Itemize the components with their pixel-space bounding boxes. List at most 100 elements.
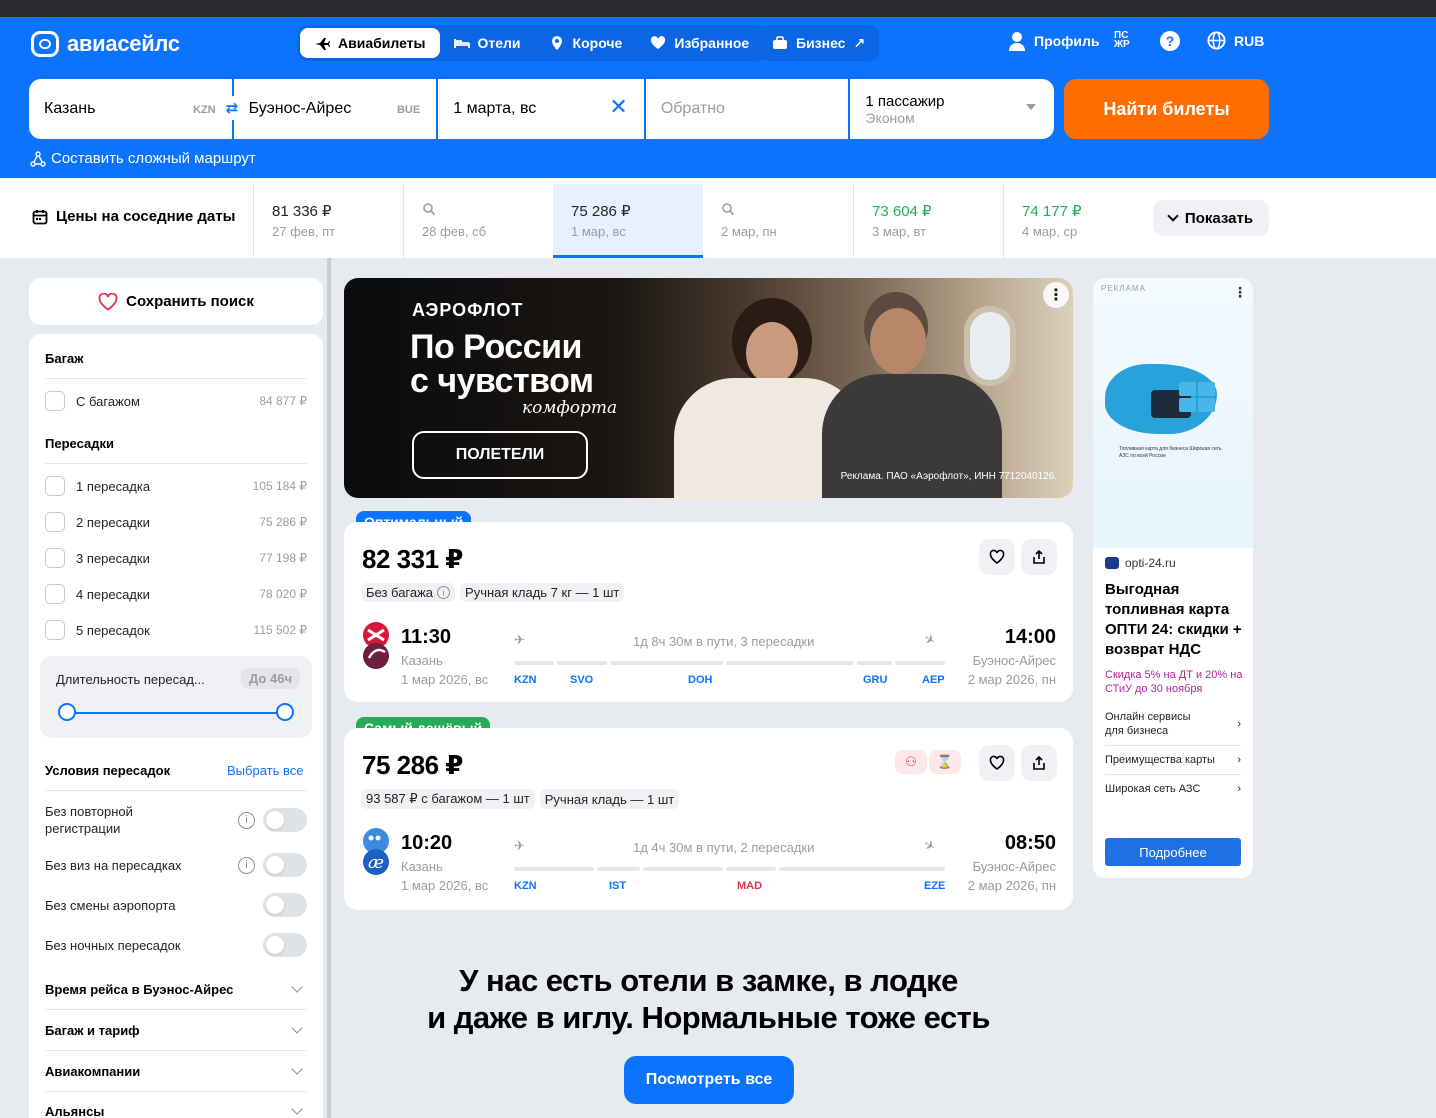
divider (45, 1009, 307, 1010)
condition-toggle[interactable] (263, 893, 307, 917)
complex-route-link[interactable]: Составить сложный маршрут (30, 150, 256, 167)
aeroflot-ad-banner[interactable]: АЭРОФЛОТ По России с чувством комфорта П… (344, 278, 1073, 498)
favorite-button[interactable] (979, 539, 1015, 575)
accordion-baggage-tariff[interactable]: Багаж и тариф (45, 1019, 307, 1041)
slider-track (67, 712, 285, 714)
select-all-link[interactable]: Выбрать все (227, 763, 303, 778)
cabin-class: Эконом (865, 109, 915, 126)
info-icon[interactable]: i (437, 586, 451, 599)
tab-hotels[interactable]: Отели (440, 28, 535, 58)
stops-checkbox[interactable]: 1 пересадка 105 184 ₽ (45, 475, 307, 497)
origin-field[interactable]: Казань KZN (29, 79, 232, 139)
see-all-hotels-button[interactable]: Посмотреть все (624, 1056, 794, 1104)
nearby-dates-strip: Цены на соседние даты 81 336 ₽ 27 фев, п… (0, 178, 1436, 258)
duration-label: Длительность пересад... (56, 672, 205, 687)
heart-icon (989, 755, 1005, 770)
banner-legal: Реклама. ПАО «Аэрофлот», ИНН 7712040126. (840, 471, 1057, 482)
condition-toggle[interactable] (263, 808, 307, 832)
ad-link[interactable]: Преимущества карты › (1105, 753, 1241, 767)
date-cell[interactable]: 81 336 ₽ 27 фев, пт (253, 184, 403, 258)
share-button[interactable] (1021, 539, 1057, 575)
accordion-airlines[interactable]: Авиакомпании (45, 1060, 307, 1082)
passengers-field[interactable]: 1 пассажир Эконом (850, 79, 1055, 139)
route-segment (610, 661, 723, 665)
help-button[interactable]: ? (1160, 31, 1180, 51)
more-options-icon[interactable]: ⋮ (1233, 284, 1247, 301)
arrival-date: 2 мар 2026, пн (967, 878, 1056, 893)
baggage-checkbox[interactable]: С багажом 84 877 ₽ (45, 390, 307, 412)
stops-checkbox[interactable]: 5 пересадок 115 502 ₽ (45, 619, 307, 641)
banner-cta-button[interactable]: ПОЛЕТЕЛИ (412, 431, 588, 479)
business-link[interactable]: Бизнес ↗ (758, 25, 880, 61)
more-options-icon[interactable]: ⋮ (1043, 282, 1069, 308)
checkbox-box (45, 391, 65, 411)
opti24-ad[interactable]: РЕКЛАМА ⋮ Топливная карта для бизнеса Ши… (1093, 278, 1253, 878)
currency-selector[interactable]: RUB (1207, 31, 1264, 50)
ad-title: Выгодная топливная карта ОПТИ 24: скидки… (1105, 581, 1242, 658)
checkbox-box (45, 548, 65, 568)
condition-toggle[interactable] (263, 933, 307, 957)
swap-icon[interactable]: ⇄ (220, 96, 244, 120)
checkbox-box (45, 584, 65, 604)
save-search-button[interactable]: Сохранить поиск (29, 278, 323, 325)
ad-more-button[interactable]: Подробнее (1105, 838, 1241, 866)
heart-icon (651, 36, 666, 49)
condition-toggle[interactable] (263, 853, 307, 877)
return-date-field[interactable]: Обратно (645, 79, 849, 139)
sidebar-scrollbar[interactable] (327, 258, 331, 1118)
checkbox-label: 4 пересадки (76, 586, 150, 602)
ticket-card[interactable]: 75 286 ₽ 93 587 ₽ с багажом — 1 шт Ручна… (344, 728, 1073, 910)
date-cell[interactable]: 74 177 ₽ 4 мар, ср (1003, 184, 1153, 258)
favorite-button[interactable] (979, 745, 1015, 781)
pswd-link[interactable]: ПС ЖР (1114, 31, 1136, 50)
ticket-price: 75 286 ₽ (362, 750, 463, 780)
divider (45, 1091, 307, 1092)
stops-checkbox[interactable]: 2 пересадки 75 286 ₽ (45, 511, 307, 533)
find-tickets-button[interactable]: Найти билеты (1064, 79, 1269, 139)
condition-row: Без смены аэропорта (45, 893, 307, 917)
date-cell[interactable]: 73 604 ₽ 3 мар, вт (853, 184, 1003, 258)
tab-favorites[interactable]: Избранное (636, 28, 763, 58)
divider (1105, 745, 1241, 746)
clear-date-icon[interactable]: ✕ (609, 96, 627, 118)
checkbox-label: 2 пересадки (76, 514, 150, 530)
chevron-right-icon: › (1237, 718, 1241, 730)
stops-checkbox[interactable]: 4 пересадки 78 020 ₽ (45, 583, 307, 605)
destination-code: BUE (396, 104, 421, 116)
profile-link[interactable]: Профиль (1008, 31, 1100, 51)
passport-control-icon[interactable]: ⚇ (895, 750, 927, 774)
slider-handle-min[interactable] (58, 703, 76, 721)
date-price: 75 286 ₽ (571, 203, 631, 220)
ad-source: opti-24.ru (1105, 556, 1176, 570)
info-icon[interactable]: i (238, 811, 255, 829)
slider-handle-max[interactable] (276, 703, 294, 721)
logo[interactable]: авиасейлс (31, 31, 180, 57)
tab-flights[interactable]: Авиабилеты (300, 28, 440, 58)
duration-badge: До 46ч (241, 668, 300, 689)
stops-checkbox[interactable]: 3 пересадки 77 198 ₽ (45, 547, 307, 569)
info-icon[interactable]: i (238, 856, 255, 874)
depart-date-field[interactable]: 1 марта, вс ✕ (438, 79, 644, 139)
share-button[interactable] (1021, 745, 1057, 781)
long-layover-icon[interactable]: ⌛ (929, 750, 961, 774)
destination-field[interactable]: Буэнос-Айрес BUE (233, 79, 437, 139)
tab-short[interactable]: Короче (535, 28, 637, 58)
route-segment (514, 661, 554, 665)
ticket-card[interactable]: 82 331 ₽ Без багажа i Ручная кладь 7 кг —… (344, 522, 1073, 702)
accordion-flight-time[interactable]: Время рейса в Буэнос-Айрес (45, 978, 307, 1000)
show-dates-button[interactable]: Показать (1153, 200, 1269, 236)
checkbox-box (45, 620, 65, 640)
user-icon (1009, 32, 1025, 51)
banner-headline-line: По России (410, 328, 582, 366)
route-icon (30, 150, 46, 167)
ad-link[interactable]: Онлайн сервисы для бизнеса › (1105, 710, 1241, 738)
ad-link[interactable]: Широкая сеть АЗС › (1105, 782, 1241, 796)
arrival-city: Буэнос-Айрес (972, 653, 1056, 668)
date-cell-selected[interactable]: 75 286 ₽ 1 мар, вс (553, 184, 703, 258)
chip-label: Без багажа (366, 585, 434, 600)
date-cell[interactable]: 28 фев, сб (403, 184, 553, 258)
date-label: 1 мар, вс (571, 224, 626, 239)
chevron-right-icon: › (1237, 754, 1241, 766)
accordion-alliances[interactable]: Альянсы (45, 1100, 307, 1118)
date-cell[interactable]: 2 мар, пн (703, 184, 853, 258)
